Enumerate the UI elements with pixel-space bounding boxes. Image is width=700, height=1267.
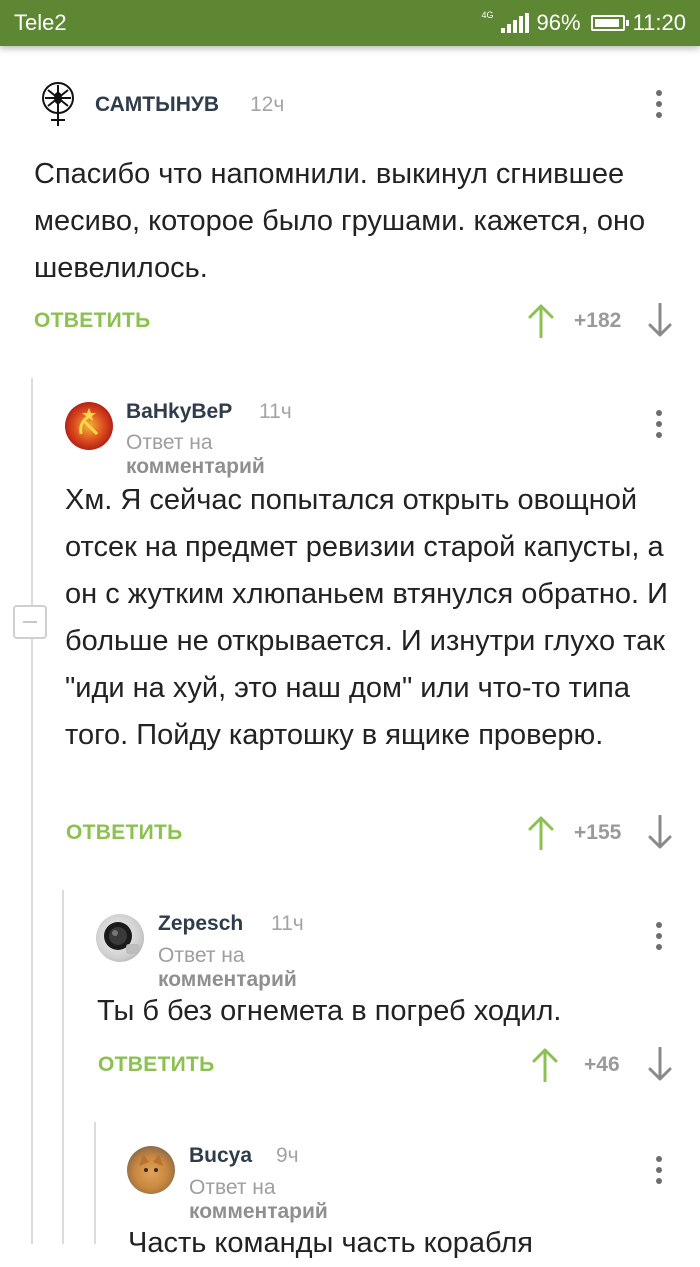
- more-options-icon[interactable]: [656, 410, 662, 438]
- reply-to-label: Ответ на комментарий: [158, 944, 297, 992]
- reply-to-label: Ответ на комментарий: [189, 1176, 328, 1224]
- more-options-icon[interactable]: [656, 90, 662, 118]
- signal-icon: [500, 13, 529, 33]
- upvote-icon[interactable]: [531, 1048, 559, 1082]
- reply-button[interactable]: ОТВЕТИТЬ: [66, 821, 183, 845]
- battery-icon: [590, 15, 629, 31]
- more-options-icon[interactable]: [656, 1156, 662, 1184]
- vote-score: +46: [584, 1053, 620, 1076]
- battery-percent: 96%: [536, 10, 581, 35]
- downvote-icon[interactable]: [648, 815, 672, 849]
- downvote-icon[interactable]: [648, 303, 672, 337]
- reply-to-prefix: Ответ на: [189, 1176, 276, 1199]
- comment-text: Хм. Я сейчас попытался открыть овощной о…: [65, 484, 668, 751]
- upvote-icon[interactable]: [527, 304, 555, 338]
- upvote-icon[interactable]: [527, 816, 555, 850]
- collapse-thread-button[interactable]: [13, 605, 47, 639]
- thread-line: [94, 1122, 96, 1244]
- carrier-name: Tele2: [14, 10, 67, 35]
- camera-lens-icon: [104, 922, 140, 954]
- avatar[interactable]: [65, 402, 113, 450]
- status-icons: 4G 96% 11:20: [482, 10, 686, 36]
- comment-time: 12ч: [250, 93, 285, 116]
- comment-author[interactable]: САМТЫНУВ: [95, 93, 219, 117]
- thread-line: [31, 378, 33, 1244]
- status-bar: Tele2 4G 96% 11:20: [0, 0, 700, 46]
- comment-time: 11ч: [271, 912, 304, 935]
- vote-score: +182: [574, 309, 622, 332]
- reply-to-prefix: Ответ на: [126, 431, 213, 454]
- avatar[interactable]: [34, 80, 82, 128]
- comment-author[interactable]: Bucya: [189, 1144, 252, 1168]
- thread-line: [62, 890, 64, 1244]
- comment-text: Спасибо что напомнили. выкинул сгнившее …: [34, 158, 646, 284]
- comment-author[interactable]: BaHkyBeP: [126, 400, 232, 424]
- comment-text: Ты б без огнемета в погреб ходил.: [97, 995, 562, 1027]
- avatar[interactable]: [96, 914, 144, 962]
- avatar[interactable]: [127, 1146, 175, 1194]
- cat-photo-icon: [139, 1154, 163, 1172]
- reply-to-prefix: Ответ на: [158, 944, 245, 967]
- reply-to-label: Ответ на комментарий: [126, 431, 265, 479]
- more-options-icon[interactable]: [656, 922, 662, 950]
- comment-author[interactable]: Zepesch: [158, 912, 243, 936]
- reply-to-link[interactable]: комментарий: [126, 455, 265, 478]
- reply-button[interactable]: ОТВЕТИТЬ: [98, 1053, 215, 1077]
- hammer-sickle-icon: [79, 408, 99, 436]
- comment-time: 11ч: [259, 400, 292, 423]
- reply-button[interactable]: ОТВЕТИТЬ: [34, 309, 151, 333]
- vote-score: +155: [574, 821, 622, 844]
- network-type: 4G: [481, 9, 494, 20]
- clock: 11:20: [632, 10, 686, 35]
- comment-time: 9ч: [276, 1144, 299, 1167]
- downvote-icon[interactable]: [648, 1047, 672, 1081]
- spider-symbol-icon: [42, 82, 74, 126]
